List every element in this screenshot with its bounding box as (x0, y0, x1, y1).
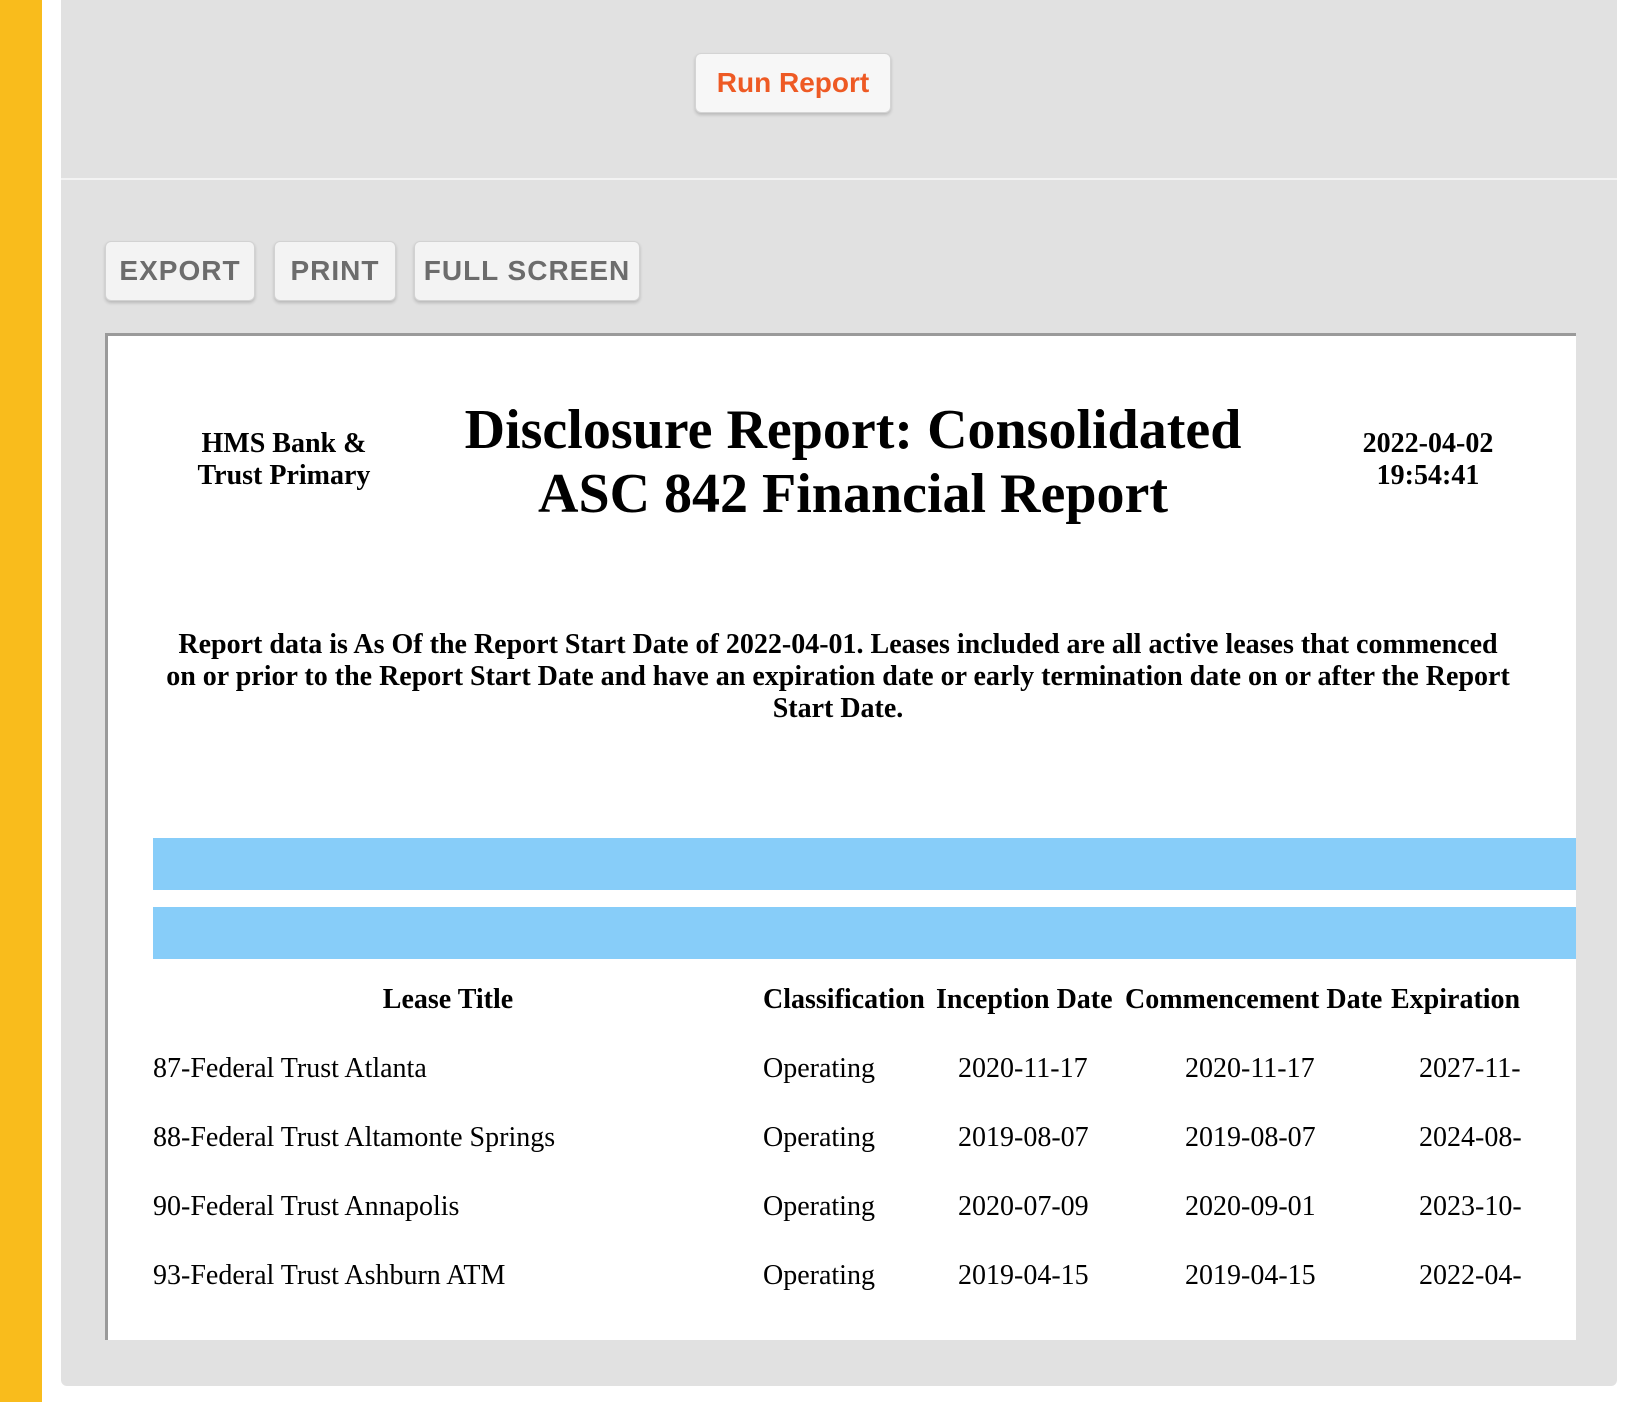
report-date: 2022-04-02 (1362, 428, 1494, 459)
header-band-2 (153, 907, 1576, 959)
report-title-line1: Disclosure Report: Consolidated (464, 399, 1242, 461)
report-title-line2: ASC 842 Financial Report (538, 463, 1168, 525)
column-header-commencement-date: Commencement Date (1125, 984, 1383, 1015)
cell-commencement-date: 2020-09-01 (1185, 1191, 1316, 1222)
cell-lease-title: 90-Federal Trust Annapolis (153, 1191, 460, 1222)
report-title: Disclosure Report: Consolidated ASC 842 … (458, 398, 1248, 526)
column-header-classification: Classification (763, 984, 925, 1015)
run-report-row: Run Report (61, 0, 1617, 180)
cell-classification: Operating (763, 1122, 875, 1153)
cell-inception-date: 2019-04-15 (958, 1260, 1089, 1291)
cell-commencement-date: 2020-11-17 (1185, 1053, 1315, 1084)
cell-commencement-date: 2019-04-15 (1185, 1260, 1316, 1291)
cell-inception-date: 2020-11-17 (958, 1053, 1088, 1084)
cell-inception-date: 2019-08-07 (958, 1122, 1089, 1153)
report-viewer[interactable]: HMS Bank & Trust Primary Disclosure Repo… (105, 333, 1576, 1340)
column-header-lease-title: Lease Title (382, 984, 514, 1015)
cell-inception-date: 2020-07-09 (958, 1191, 1089, 1222)
run-report-button[interactable]: Run Report (695, 53, 891, 113)
header-band-1 (153, 838, 1576, 890)
cell-expiration: 2022-04- (1419, 1260, 1522, 1291)
cell-commencement-date: 2019-08-07 (1185, 1122, 1316, 1153)
company-name-line2: Trust Primary (197, 460, 371, 491)
print-button[interactable]: PRINT (274, 241, 396, 301)
cell-lease-title: 88-Federal Trust Altamonte Springs (153, 1122, 556, 1153)
cell-classification: Operating (763, 1191, 875, 1222)
cell-expiration: 2023-10- (1419, 1191, 1522, 1222)
cell-lease-title: 87-Federal Trust Atlanta (153, 1053, 427, 1084)
report-note: Report data is As Of the Report Start Da… (166, 629, 1510, 724)
column-header-expiration: Expiration (1391, 984, 1521, 1015)
full-screen-button[interactable]: FULL SCREEN (414, 241, 640, 301)
export-button[interactable]: EXPORT (105, 241, 255, 301)
report-time: 19:54:41 (1376, 460, 1480, 491)
cell-expiration: 2024-08- (1419, 1122, 1522, 1153)
report-timestamp: 2022-04-02 19:54:41 (1338, 428, 1518, 492)
company-name-line1: HMS Bank & (201, 428, 367, 459)
sidebar-accent-bar (0, 0, 42, 1402)
cell-classification: Operating (763, 1053, 875, 1084)
company-name: HMS Bank & Trust Primary (174, 428, 394, 492)
column-header-inception-date: Inception Date (936, 984, 1113, 1015)
cell-lease-title: 93-Federal Trust Ashburn ATM (153, 1260, 506, 1291)
cell-expiration: 2027-11- (1419, 1053, 1521, 1084)
cell-classification: Operating (763, 1260, 875, 1291)
